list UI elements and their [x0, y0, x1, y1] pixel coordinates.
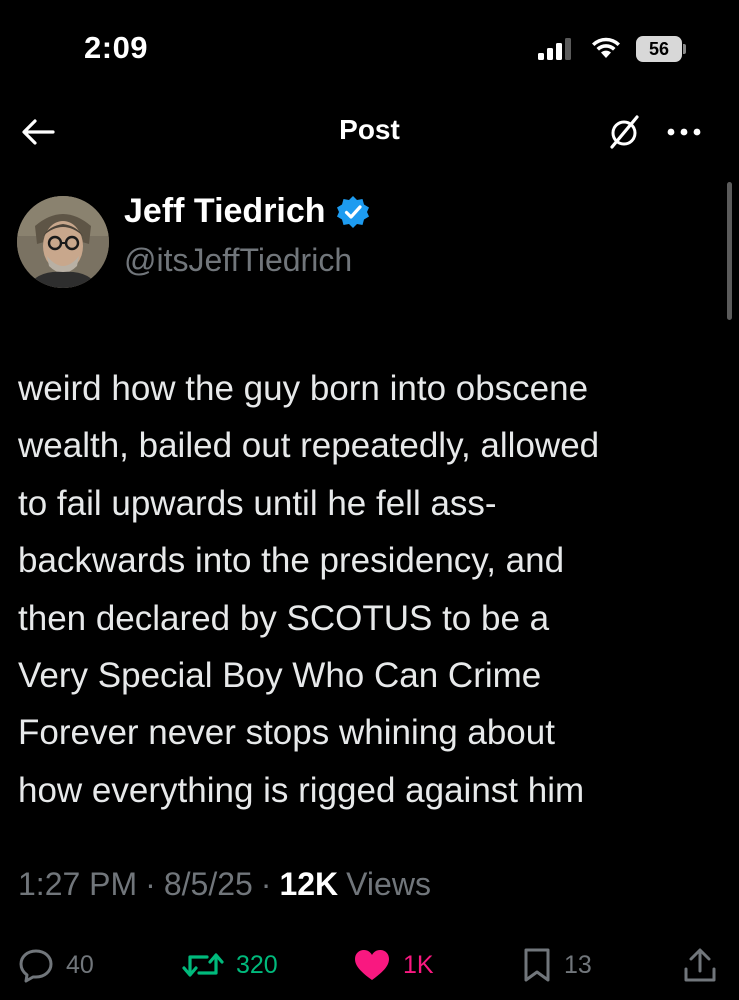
signal-icon [538, 38, 571, 60]
separator-dot: · [260, 866, 272, 902]
like-count: 1K [403, 950, 434, 979]
verified-badge-icon [336, 195, 369, 228]
author-name-row[interactable]: Jeff Tiedrich [124, 192, 370, 231]
bookmark-icon [524, 948, 550, 982]
scrollbar[interactable] [727, 182, 732, 320]
status-time: 2:09 [84, 30, 149, 65]
like-button[interactable]: 1K [353, 940, 434, 990]
post-header: Post [0, 100, 739, 162]
status-bar: 2:09 56 [0, 0, 739, 90]
views-label[interactable]: Views [346, 866, 431, 903]
reply-icon [19, 949, 53, 983]
reply-button[interactable]: 40 [18, 940, 94, 990]
reply-count: 40 [66, 950, 94, 979]
bookmark-count: 13 [564, 950, 592, 979]
tweet-date[interactable]: 8/5/25 [164, 866, 253, 903]
author-name[interactable]: Jeff Tiedrich [124, 192, 326, 231]
heart-icon [355, 950, 389, 980]
bookmark-button[interactable]: 13 [522, 940, 592, 990]
author-handle[interactable]: @itsJeffTiedrich [124, 242, 352, 279]
tweet-time[interactable]: 1:27 PM [18, 866, 137, 903]
more-button[interactable] [664, 112, 704, 152]
grok-icon[interactable] [604, 112, 644, 152]
battery-tip [683, 44, 686, 54]
more-icon [667, 128, 701, 136]
battery-icon: 56 [636, 36, 686, 62]
separator-dot: · [145, 866, 156, 902]
repost-button[interactable]: 320 [182, 940, 278, 990]
views-count[interactable]: 12K [279, 866, 338, 903]
avatar[interactable] [17, 196, 109, 288]
avatar-image [17, 196, 109, 288]
repost-icon [182, 953, 224, 977]
share-icon [684, 948, 716, 982]
battery-level: 56 [636, 36, 682, 62]
action-bar: 40 320 1K 13 [0, 940, 739, 990]
repost-count: 320 [236, 950, 278, 979]
tweet-meta: 1:27 PM · 8/5/25 · 12K Views [18, 866, 431, 903]
share-button[interactable] [683, 940, 717, 990]
wifi-icon [592, 37, 620, 58]
tweet-text: weird how the guy born into obscene weal… [18, 369, 600, 810]
